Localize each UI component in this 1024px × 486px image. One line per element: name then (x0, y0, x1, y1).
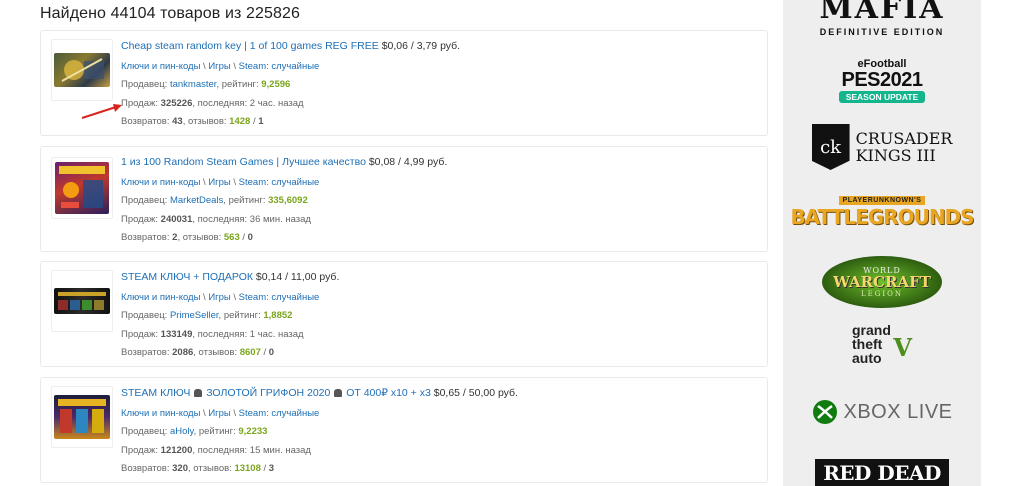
product-price: $0,08 / 4,99 руб. (368, 156, 448, 168)
mafia-logo[interactable]: MAFIA DEFINITIVE EDITION (783, 0, 981, 40)
product-title-link[interactable]: 1 из 100 Random Steam Games | Лучшее кач… (121, 156, 366, 168)
category-link[interactable]: Steam: случайные (239, 177, 320, 188)
product-title-link[interactable]: STEAM КЛЮЧ (121, 387, 190, 399)
category-link[interactable]: Ключи и пин-коды (121, 408, 200, 419)
product-card: 1 из 100 Random Steam Games | Лучшее кач… (40, 146, 768, 252)
sales-count: 325226 (160, 97, 193, 109)
returns-info: Возвратов: 320, отзывов: 13108 / 3 (121, 463, 275, 474)
category-link[interactable]: Steam: случайные (239, 61, 320, 72)
crusader-kings-3-logo[interactable]: ck CRUSADER KINGS III (783, 120, 981, 174)
world-of-warcraft-logo[interactable]: WORLD WARCRAFT LEGION (783, 254, 981, 310)
steam-random-key-image (54, 53, 110, 87)
sales-info: Продаж: 133149, последняя: 1 час. назад (121, 328, 304, 340)
seller-link[interactable]: MarketDeals (170, 195, 223, 206)
product-card: Cheap steam random key | 1 of 100 games … (40, 30, 768, 136)
results-count: Найдено 44104 товаров из 225826 (40, 5, 300, 22)
main-content: Найдено 44104 товаров из 225826 Cheap st… (30, 0, 775, 486)
random-steam-games-image (55, 162, 109, 214)
sales-info: Продаж: 325226, последняя: 2 час. назад (121, 97, 304, 109)
seller-link[interactable]: tankmaster (170, 79, 216, 90)
last-sale: 2 час. назад (249, 97, 304, 109)
reviews-bad: 0 (247, 232, 253, 243)
reviews-good: 1428 (229, 116, 251, 127)
xbox-icon (812, 400, 837, 424)
seller-link[interactable]: aHoly (170, 426, 194, 437)
product-thumbnail[interactable] (51, 386, 113, 448)
category-link[interactable]: Игры (208, 292, 230, 303)
seller-rating: 1,8852 (263, 310, 293, 321)
gta-v-logo[interactable]: grand theft auto V (783, 322, 981, 374)
last-sale: 1 час. назад (249, 328, 304, 340)
returns-info: Возвратов: 2086, отзывов: 8607 / 0 (121, 347, 275, 358)
product-price: $0,14 / 11,00 руб. (255, 271, 340, 283)
product-thumbnail[interactable] (51, 39, 113, 101)
seller-rating: 335,6092 (268, 195, 308, 206)
seller-info: Продавец: aHoly, рейтинг: 9,2233 (121, 426, 268, 437)
sales-count: 121200 (160, 444, 193, 456)
reviews-bad: 1 (258, 116, 264, 127)
red-dead-logo[interactable]: RED DEAD (783, 456, 981, 486)
returns-info: Возвратов: 43, отзывов: 1428 / 1 (121, 116, 264, 127)
golden-griffin-image (54, 395, 110, 439)
returns-count: 43 (172, 116, 183, 127)
pawn-icon (334, 389, 343, 397)
category-breadcrumb: Ключи и пин-коды \ Игры \ Steam: случайн… (121, 407, 320, 419)
category-link[interactable]: Steam: случайные (239, 408, 320, 419)
seller-info: Продавец: PrimeSeller, рейтинг: 1,8852 (121, 310, 293, 321)
seller-rating: 9,2233 (238, 426, 268, 437)
product-thumbnail[interactable] (51, 157, 113, 219)
xbox-live-logo[interactable]: XBOX LIVE (783, 392, 981, 432)
sales-info: Продаж: 240031, последняя: 36 мин. назад (121, 213, 311, 225)
category-link[interactable]: Ключи и пин-коды (121, 177, 200, 188)
reviews-good: 13108 (234, 463, 261, 474)
product-price: $0,06 / 3,79 руб. (381, 40, 461, 52)
category-breadcrumb: Ключи и пин-коды \ Игры \ Steam: случайн… (121, 291, 320, 303)
reviews-bad: 0 (268, 347, 275, 358)
category-breadcrumb: Ключи и пин-коды \ Игры \ Steam: случайн… (121, 176, 320, 188)
seller-rating: 9,2596 (261, 79, 291, 90)
category-link[interactable]: Ключи и пин-коды (121, 61, 200, 72)
product-card: STEAM КЛЮЧ ЗОЛОТОЙ ГРИФОН 2020 ОТ 400₽ x… (40, 377, 768, 483)
category-link[interactable]: Steam: случайные (239, 292, 320, 303)
games-sidebar: MAFIA DEFINITIVE EDITION eFootball PES20… (783, 0, 981, 486)
product-title-link[interactable]: Cheap steam random key | 1 of 100 games … (121, 40, 379, 52)
sales-count: 240031 (160, 213, 193, 225)
category-link[interactable]: Ключи и пин-коды (121, 292, 200, 303)
category-breadcrumb: Ключи и пин-коды \ Игры \ Steam: случайн… (121, 60, 320, 72)
reviews-bad: 3 (268, 463, 275, 474)
product-title-link[interactable]: ЗОЛОТОЙ ГРИФОН 2020 (206, 387, 330, 399)
reviews-good: 563 (223, 232, 240, 243)
returns-count: 2086 (172, 347, 194, 358)
pubg-logo[interactable]: PLAYERUNKNOWN'S BATTLEGROUNDS (783, 188, 981, 236)
product-title-link[interactable]: STEAM КЛЮЧ + ПОДАРОК (121, 271, 253, 283)
pes-2021-logo[interactable]: eFootball PES2021 SEASON UPDATE (783, 54, 981, 106)
product-title-link[interactable]: ОТ 400₽ x10 + x3 (346, 387, 431, 399)
category-link[interactable]: Игры (208, 408, 230, 419)
returns-count: 320 (172, 463, 188, 474)
product-price: $0,65 / 50,00 руб. (433, 387, 518, 399)
category-link[interactable]: Игры (208, 177, 230, 188)
category-link[interactable]: Игры (208, 61, 230, 72)
pawn-icon (194, 389, 203, 397)
seller-info: Продавец: tankmaster, рейтинг: 9,2596 (121, 79, 291, 90)
product-card: STEAM КЛЮЧ + ПОДАРОК $0,14 / 11,00 руб. … (40, 261, 768, 367)
seller-info: Продавец: MarketDeals, рейтинг: 335,6092 (121, 195, 308, 206)
last-sale: 36 мин. назад (249, 213, 311, 225)
reviews-good: 8607 (239, 347, 261, 358)
returns-info: Возвратов: 2, отзывов: 563 / 0 (121, 232, 253, 243)
red-arrow-icon (81, 104, 122, 119)
last-sale: 15 мин. назад (249, 444, 311, 456)
sales-count: 133149 (160, 328, 193, 340)
steam-key-gift-image (54, 288, 110, 314)
sales-info: Продаж: 121200, последняя: 15 мин. назад (121, 444, 311, 456)
product-thumbnail[interactable] (51, 270, 113, 332)
seller-link[interactable]: PrimeSeller (170, 310, 219, 321)
